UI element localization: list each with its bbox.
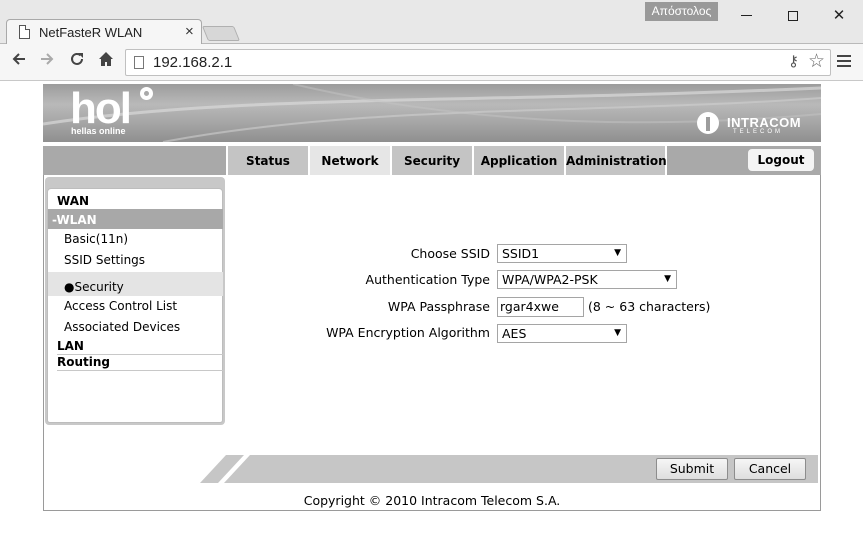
passphrase-label: WPA Passphrase	[387, 299, 490, 314]
browser-toolbar: 192.168.2.1 ⚷ ☆	[0, 44, 863, 81]
back-arrow-icon[interactable]	[6, 50, 32, 74]
sidebar-item-ssid-settings[interactable]: SSID Settings	[64, 253, 239, 267]
header-banner: hol hellas online INTRACOM TELECOM	[43, 84, 821, 142]
maximize-button[interactable]	[770, 2, 816, 28]
minimize-icon	[740, 15, 752, 16]
address-bar[interactable]: 192.168.2.1 ⚷ ☆	[125, 49, 831, 76]
sidebar: WAN -WLAN Basic(11n) SSID Settings ●Secu…	[47, 188, 223, 423]
auth-type-select-value: WPA/WPA2-PSK	[502, 272, 598, 287]
minimize-button[interactable]	[723, 2, 769, 28]
bookmark-star-icon[interactable]: ☆	[808, 50, 825, 72]
key-icon[interactable]: ⚷	[788, 52, 799, 70]
cancel-button[interactable]: Cancel	[734, 458, 806, 480]
encryption-select-value: AES	[502, 326, 527, 341]
dropdown-arrow-icon: ▼	[664, 274, 671, 284]
page-icon	[19, 25, 30, 39]
browser-tab[interactable]: NetFasteR WLAN ×	[6, 19, 202, 45]
auth-type-select[interactable]: WPA/WPA2-PSK ▼	[497, 270, 677, 289]
reload-icon[interactable]	[64, 50, 90, 74]
dropdown-arrow-icon: ▼	[614, 328, 621, 338]
logout-button[interactable]: Logout	[748, 149, 814, 171]
intracom-subtext: TELECOM	[733, 129, 784, 135]
logo-dot	[140, 87, 153, 100]
maximize-icon	[788, 10, 798, 21]
tab-status[interactable]: Status	[226, 146, 308, 175]
sidebar-item-routing[interactable]: Routing	[57, 355, 223, 371]
passphrase-input[interactable]: rgar4xwe	[497, 297, 584, 317]
sidebar-item-associated-devices[interactable]: Associated Devices	[64, 320, 239, 334]
sidebar-item-security-label: Security	[74, 280, 124, 294]
ssid-select[interactable]: SSID1 ▼	[497, 244, 627, 263]
sidebar-item-wan[interactable]: WAN	[57, 194, 232, 208]
sidebar-item-security[interactable]: ●Security	[48, 272, 223, 296]
dropdown-arrow-icon: ▼	[614, 248, 621, 258]
encryption-select[interactable]: AES ▼	[497, 324, 627, 343]
home-icon[interactable]	[93, 50, 119, 74]
sidebar-item-lan[interactable]: LAN	[57, 339, 223, 355]
window-close-button[interactable]: ✕	[816, 2, 862, 28]
tab-administration[interactable]: Administration	[564, 146, 667, 175]
sidebar-item-access-control[interactable]: Access Control List	[64, 299, 239, 313]
bullet-icon: ●	[64, 280, 75, 294]
copyright-text: Copyright © 2010 Intracom Telecom S.A.	[303, 493, 561, 508]
tab-title: NetFasteR WLAN	[39, 25, 143, 40]
profile-badge[interactable]: Απόστολος	[645, 2, 718, 21]
sidebar-item-wlan[interactable]: -WLAN	[48, 209, 223, 229]
ssid-select-value: SSID1	[502, 246, 540, 261]
passphrase-hint: (8 ~ 63 characters)	[588, 299, 711, 314]
new-tab-button[interactable]	[201, 26, 241, 41]
logo-subtext: hellas online	[71, 126, 126, 136]
url-text[interactable]: 192.168.2.1	[153, 54, 232, 71]
sidebar-item-basic[interactable]: Basic(11n)	[64, 232, 239, 246]
intracom-logo-icon	[697, 112, 719, 134]
browser-menu-icon[interactable]	[835, 52, 853, 72]
tab-application[interactable]: Application	[472, 146, 564, 175]
ssid-label: Choose SSID	[410, 246, 490, 261]
page-info-icon[interactable]	[134, 56, 144, 69]
menu-spacer	[43, 146, 226, 175]
forward-arrow-icon[interactable]	[34, 50, 60, 74]
auth-type-label: Authentication Type	[365, 272, 490, 287]
tab-close-icon[interactable]: ×	[185, 23, 194, 40]
tab-network[interactable]: Network	[308, 146, 390, 175]
tab-security[interactable]: Security	[390, 146, 472, 175]
submit-button[interactable]: Submit	[656, 458, 728, 480]
intracom-name: INTRACOM	[727, 115, 802, 130]
browser-titlebar: NetFasteR WLAN × Απόστολος ✕	[0, 0, 863, 45]
encryption-label: WPA Encryption Algorithm	[326, 325, 490, 340]
main-menu: Status Network Security Application Admi…	[43, 146, 821, 175]
